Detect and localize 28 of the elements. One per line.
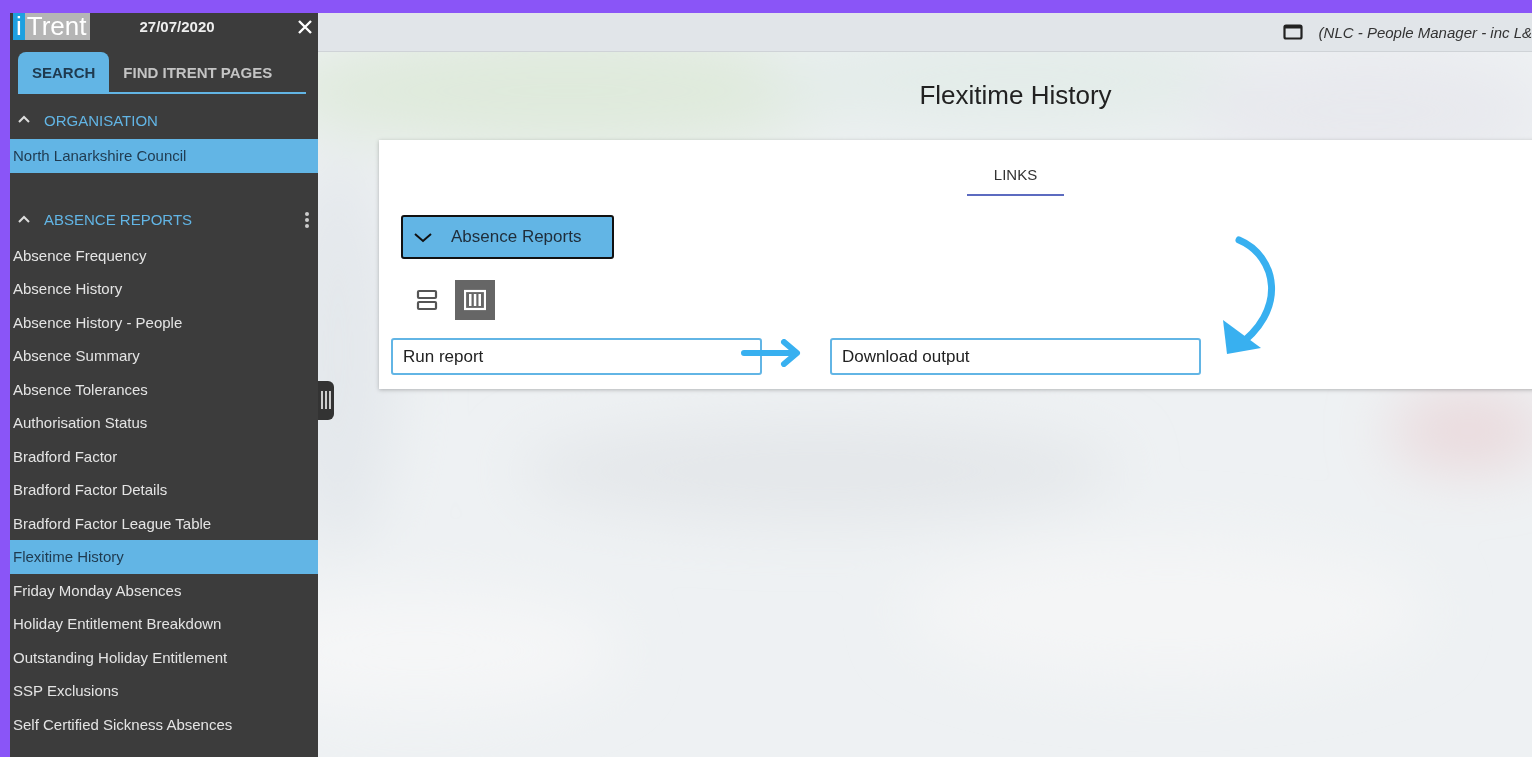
sidebar-item[interactable]: Outstanding Holiday Entitlement: [10, 640, 318, 674]
sidebar-tab[interactable]: SEARCH: [18, 52, 110, 92]
sidebar-item[interactable]: Holiday Entitlement Breakdown: [10, 607, 318, 641]
sidebar-item[interactable]: Bradford Factor League Table: [10, 506, 318, 540]
sidebar-item[interactable]: Absence Frequency: [10, 238, 318, 272]
sidebar-item[interactable]: Flexitime History: [10, 540, 318, 574]
sidebar-item[interactable]: Self Certified Sickness Absences: [10, 707, 318, 741]
section-header[interactable]: ORGANISATION: [44, 111, 158, 129]
page-tab[interactable]: LINKS: [966, 156, 1065, 196]
sidebar-tab[interactable]: FIND ITRENT PAGES: [109, 52, 287, 92]
sidebar-item[interactable]: SSP Exclusions: [10, 674, 318, 708]
sidebar-item[interactable]: Absence Summary: [10, 339, 318, 373]
report-link[interactable]: Run report: [391, 338, 762, 375]
date-label: 27/07/2020: [139, 18, 215, 35]
sidebar-item[interactable]: Absence Tolerances: [10, 372, 318, 406]
sidebar-item[interactable]: Bradford Factor Details: [10, 473, 318, 507]
group-toggle[interactable]: Absence Reports: [401, 215, 614, 259]
report-link[interactable]: Download output: [830, 338, 1201, 375]
sidebar-item[interactable]: Absence History: [10, 272, 318, 306]
context-label: (NLC - People Manager - inc L&: [1318, 23, 1532, 41]
sidebar-item[interactable]: Authorisation Status: [10, 406, 318, 440]
section-header[interactable]: ABSENCE REPORTS: [44, 211, 193, 228]
itrent-logo: i Trent: [13, 13, 90, 40]
sidebar-item[interactable]: Bradford Factor: [10, 439, 318, 473]
sidebar-item[interactable]: Friday Monday Absences: [10, 573, 318, 607]
sidebar-item[interactable]: Absence History - People: [10, 305, 318, 339]
sidebar-item[interactable]: North Lanarkshire Council: [10, 139, 318, 173]
page-title: Flexitime History: [919, 80, 1112, 111]
